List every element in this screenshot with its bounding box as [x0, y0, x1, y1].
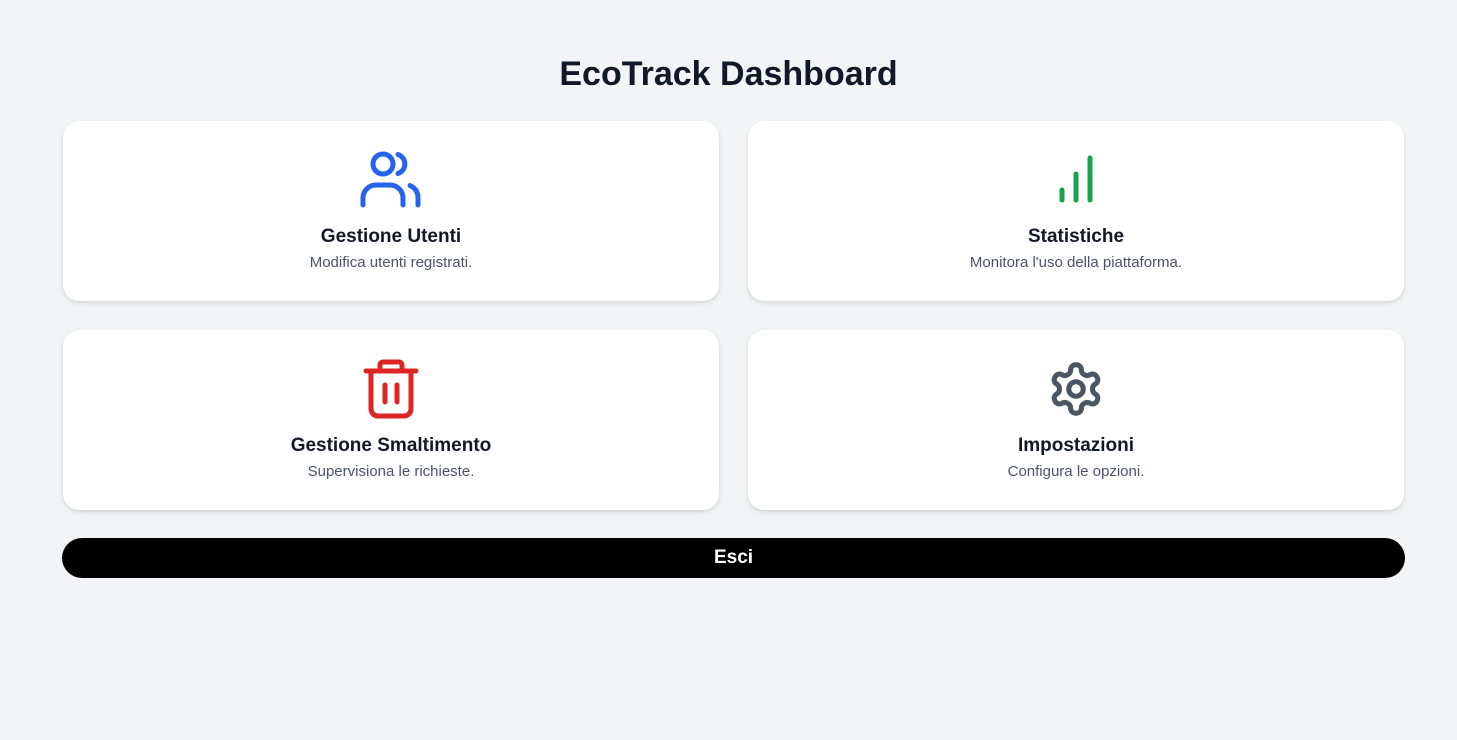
gear-icon [748, 360, 1404, 418]
card-title: Impostazioni [1017, 435, 1135, 456]
card-title: Gestione Smaltimento [290, 435, 492, 456]
card-statistiche[interactable]: Statistiche Monitora l'uso della piattaf… [748, 121, 1404, 301]
card-title: Statistiche [1027, 226, 1125, 247]
card-description: Supervisiona le richieste. [307, 463, 475, 480]
card-impostazioni[interactable]: Impostazioni Configura le opzioni. [748, 330, 1404, 510]
dashboard-cards-grid: Gestione Utenti Modifica utenti registra… [63, 121, 1404, 510]
card-description: Modifica utenti registrati. [309, 254, 473, 271]
trash-icon [63, 359, 719, 419]
users-icon [63, 151, 719, 209]
dashboard-page: EcoTrack Dashboard Gestione Utenti Modif… [0, 0, 1457, 740]
logout-button[interactable]: Esci [62, 538, 1405, 578]
page-title: EcoTrack Dashboard [559, 55, 898, 93]
card-description: Configura le opzioni. [1007, 463, 1145, 480]
card-description: Monitora l'uso della piattaforma. [969, 254, 1183, 271]
card-title: Gestione Utenti [320, 226, 462, 247]
card-gestione-utenti[interactable]: Gestione Utenti Modifica utenti registra… [63, 121, 719, 301]
card-gestione-smaltimento[interactable]: Gestione Smaltimento Supervisiona le ric… [63, 330, 719, 510]
bar-chart-icon [748, 151, 1404, 209]
